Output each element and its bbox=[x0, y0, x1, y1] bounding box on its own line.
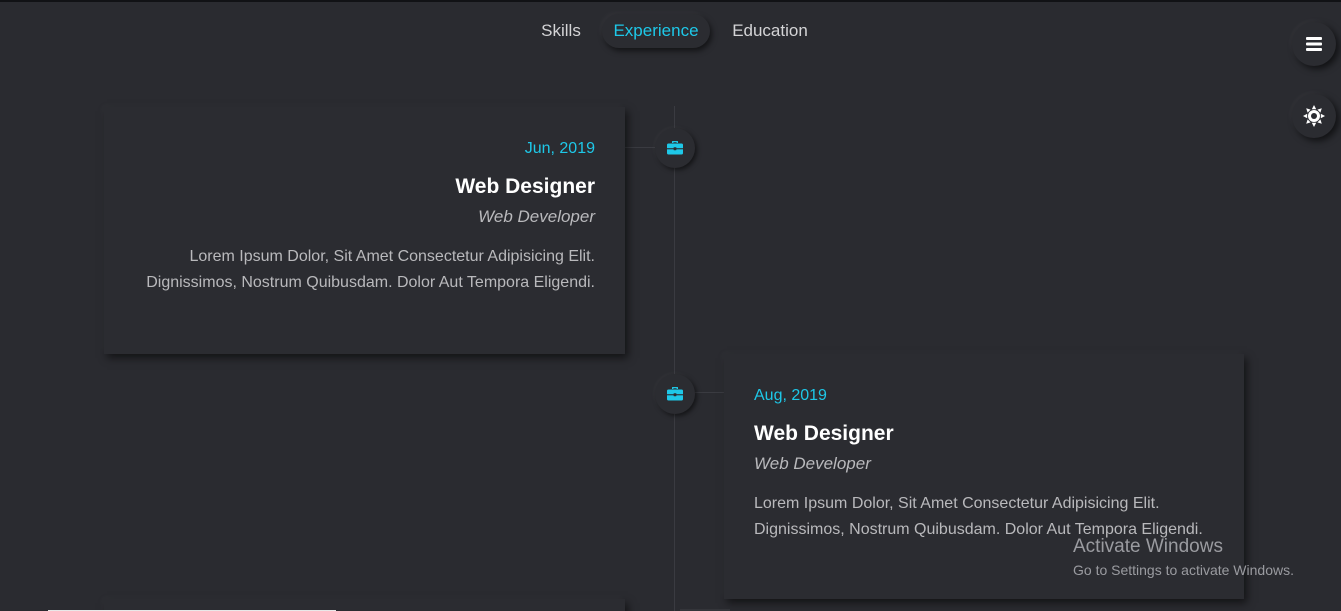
experience-description: Lorem Ipsum Dolor, Sit Amet Consectetur … bbox=[146, 248, 595, 291]
tab-experience[interactable]: Experience bbox=[602, 14, 710, 48]
timeline-connector bbox=[694, 392, 724, 393]
hamburger-menu-icon bbox=[1306, 37, 1322, 51]
timeline-connector bbox=[625, 147, 655, 148]
watermark-subtitle: Go to Settings to activate Windows. bbox=[1073, 562, 1294, 578]
briefcase-icon bbox=[667, 141, 683, 155]
tab-education[interactable]: Education bbox=[722, 14, 818, 48]
experience-date: Aug, 2019 bbox=[754, 387, 827, 404]
experience-title: Web Designer bbox=[455, 175, 595, 198]
watermark-title: Activate Windows bbox=[1073, 536, 1223, 557]
section-tabs: Skills Experience Education bbox=[0, 14, 1341, 50]
experience-date: Jun, 2019 bbox=[524, 140, 595, 157]
experience-subtitle: Web Developer bbox=[478, 207, 595, 226]
menu-button[interactable] bbox=[1292, 22, 1336, 66]
experience-subtitle: Web Developer bbox=[754, 454, 871, 473]
timeline-node bbox=[655, 128, 695, 168]
experience-card: Jun, 2019 Web Designer Web Developer Lor… bbox=[104, 107, 625, 354]
theme-toggle-button[interactable] bbox=[1292, 94, 1336, 138]
activation-watermark: Activate Windows Go to Settings to activ… bbox=[1073, 535, 1294, 580]
timeline-line bbox=[674, 106, 675, 611]
sun-icon bbox=[1303, 105, 1325, 127]
experience-title: Web Designer bbox=[754, 422, 894, 445]
briefcase-icon bbox=[667, 387, 683, 401]
timeline-node bbox=[655, 374, 695, 414]
tab-skills[interactable]: Skills bbox=[530, 14, 592, 48]
